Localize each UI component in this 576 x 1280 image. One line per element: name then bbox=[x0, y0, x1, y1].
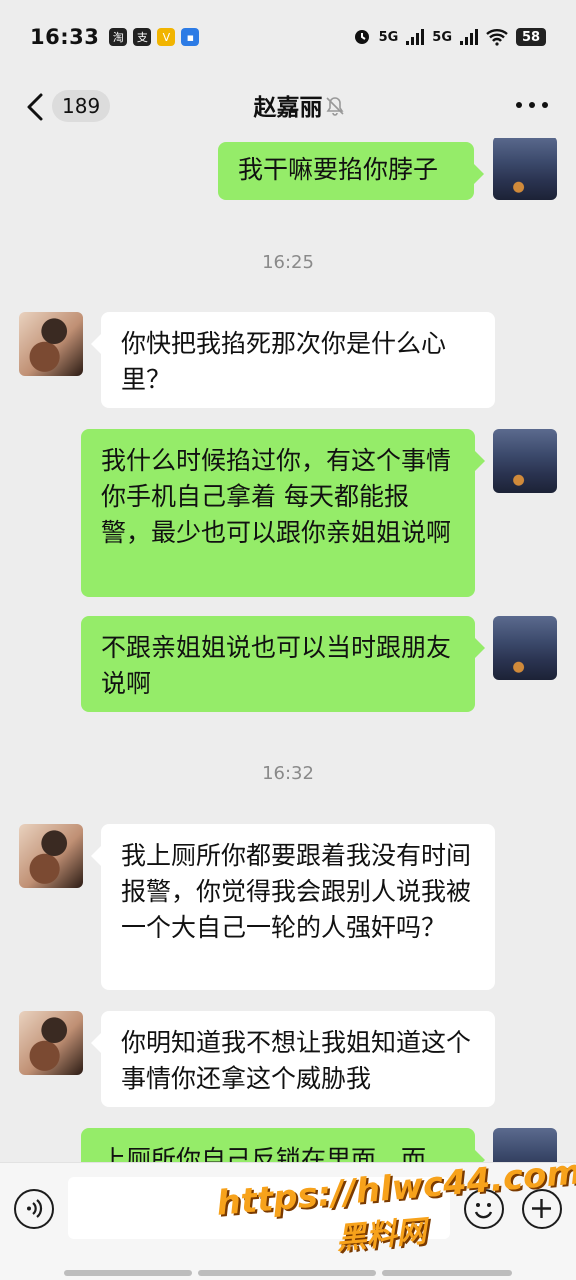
chat-header: 189 赵嘉丽 bbox=[0, 74, 576, 138]
voice-input-button[interactable] bbox=[14, 1189, 54, 1229]
alarm-icon bbox=[354, 30, 369, 44]
contact-avatar[interactable] bbox=[19, 824, 83, 888]
message-timestamp: 16:32 bbox=[262, 763, 314, 784]
received-message[interactable]: 你快把我掐死那次你是什么心里？ bbox=[91, 312, 495, 408]
mute-bell-icon bbox=[326, 97, 344, 116]
message-timestamp: 16:25 bbox=[262, 252, 314, 273]
received-message[interactable]: 我上厕所你都要跟着我没有时间报警，你觉得我会跟别人说我被一个大自己一轮的人强奸吗… bbox=[91, 824, 495, 990]
watermark-name: 黑料网 bbox=[334, 1214, 428, 1257]
alipay-icon: 支 bbox=[133, 28, 152, 46]
sent-message[interactable]: 我什么时候掐过你，有这个事情你手机自己拿着 每天都能报警，最少也可以跟你亲姐姐说… bbox=[81, 429, 485, 597]
network-type-1: 5G bbox=[378, 29, 399, 45]
my-avatar[interactable] bbox=[493, 616, 557, 680]
wifi-icon bbox=[486, 29, 508, 46]
notification-icons: 淘 支 V ▪ bbox=[109, 28, 200, 46]
my-avatar[interactable] bbox=[493, 429, 557, 493]
app-v-icon: V bbox=[157, 28, 176, 46]
sent-message[interactable]: 不跟亲姐姐说也可以当时跟朋友说啊 bbox=[81, 616, 485, 712]
sent-message[interactable]: 我干嘛要掐你脖子 bbox=[218, 142, 484, 200]
status-time: 16:33 bbox=[30, 25, 100, 49]
navigation-bar bbox=[198, 1270, 376, 1276]
signal-icon bbox=[406, 29, 425, 45]
status-bar: 16:33 淘 支 V ▪ 5G 5G 58 bbox=[0, 0, 576, 74]
contact-avatar[interactable] bbox=[19, 312, 83, 376]
navigation-bar bbox=[64, 1270, 192, 1276]
message-list[interactable]: 我干嘛要掐你脖子 16:25 你快把我掐死那次你是什么心里？ 我什么时候掐过你，… bbox=[0, 138, 576, 1162]
chat-title: 赵嘉丽 bbox=[253, 95, 323, 121]
contact-avatar[interactable] bbox=[19, 1011, 83, 1075]
taobao-icon: 淘 bbox=[109, 28, 128, 46]
received-message[interactable]: 你明知道我不想让我姐知道这个事情你还拿这个威胁我 bbox=[91, 1011, 495, 1107]
navigation-bar bbox=[382, 1270, 512, 1276]
app-message-icon: ▪ bbox=[181, 28, 200, 46]
battery-indicator: 58 bbox=[516, 28, 546, 46]
my-avatar[interactable] bbox=[493, 138, 557, 200]
system-status: 5G 5G 58 bbox=[353, 28, 546, 46]
network-type-2: 5G bbox=[432, 29, 452, 45]
voice-icon bbox=[27, 1199, 43, 1218]
signal-icon bbox=[460, 29, 478, 45]
more-options-button[interactable] bbox=[516, 102, 548, 108]
sent-message[interactable]: 上厕所你自己反锁在里面，而 bbox=[81, 1128, 485, 1162]
